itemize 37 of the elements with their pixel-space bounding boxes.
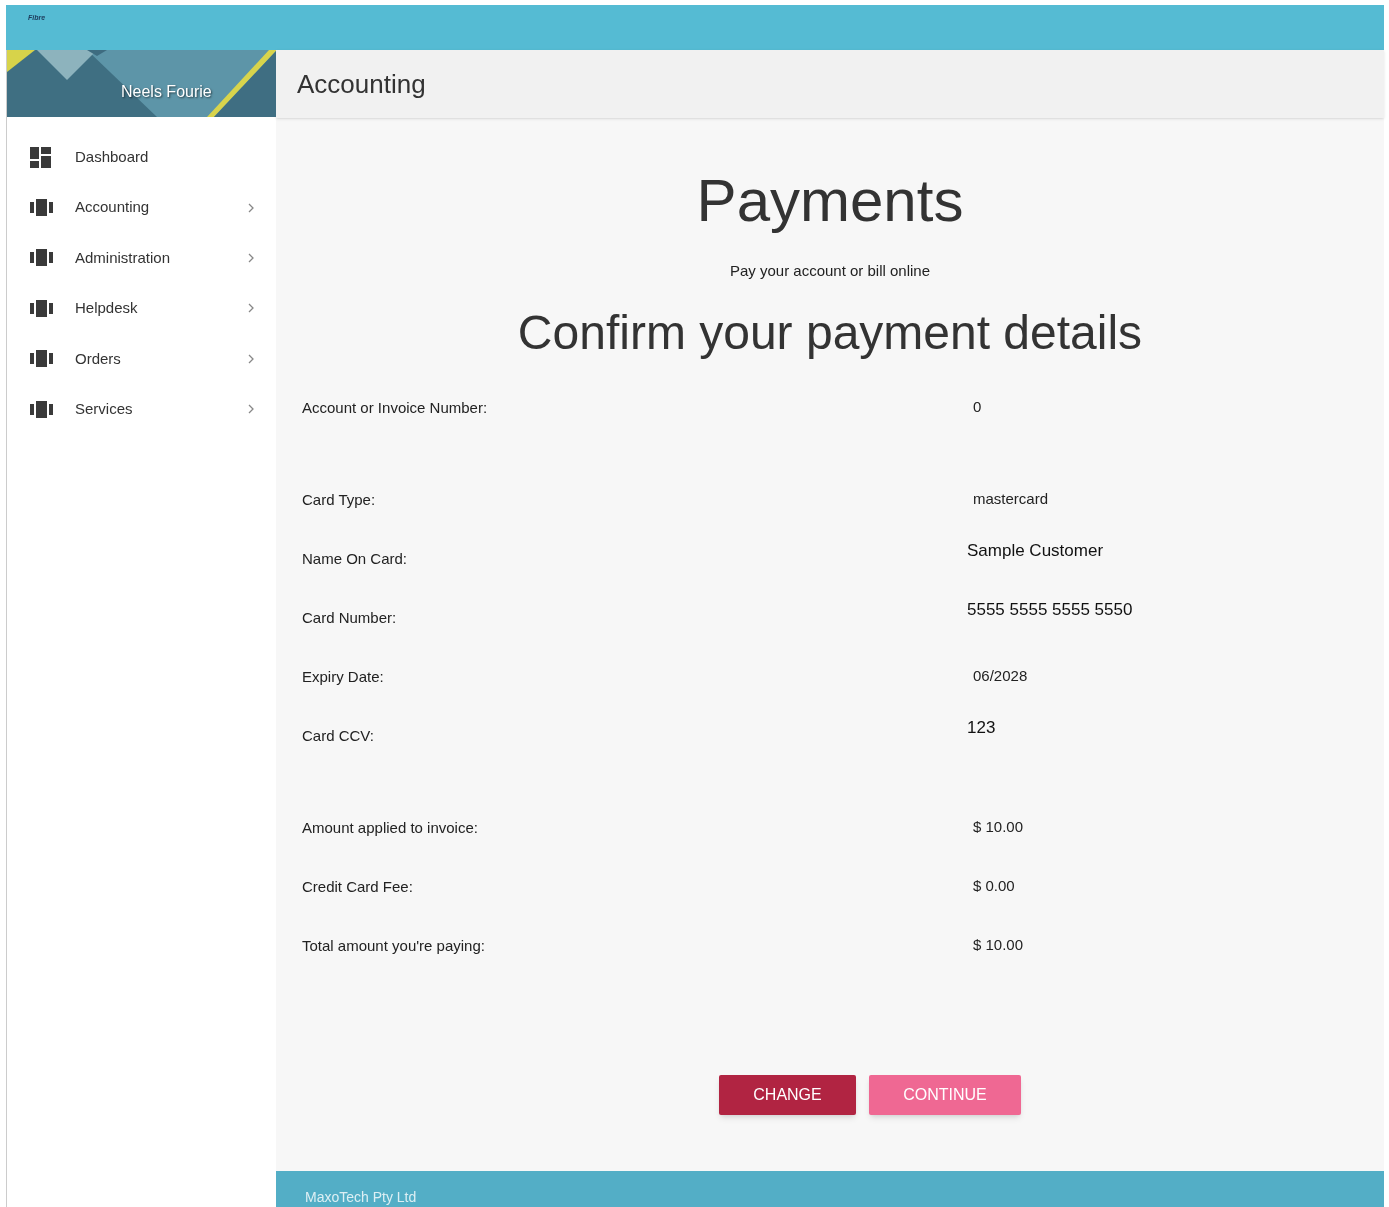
user-name: Neels Fourie (121, 82, 212, 102)
sidebar-item[interactable]: Helpdesk (7, 283, 276, 334)
module-icon (30, 299, 53, 317)
value-field: 123 (967, 715, 996, 741)
change-button[interactable]: CHANGE (719, 1075, 856, 1115)
detail-label: Card CCV: (302, 725, 375, 746)
module-icon (30, 199, 53, 217)
page-title: Accounting (297, 67, 426, 101)
subtitle: Pay your account or bill online (729, 261, 931, 281)
detail-value: $ 0.00 (973, 875, 1015, 896)
module-icon (30, 350, 53, 368)
module-icon (30, 249, 53, 267)
page-heading: Payments (696, 166, 964, 236)
detail-label: Credit Card Fee: (302, 876, 414, 897)
sidebar-item[interactable]: Orders (7, 333, 276, 384)
detail-value: mastercard (973, 488, 1049, 509)
detail-label: Card Number: (302, 607, 398, 628)
footer-text: MaxoTech Pty Ltd (305, 1188, 417, 1207)
dashboard-icon (30, 146, 51, 168)
value-field: 5555 5555 5555 5550 (967, 597, 1133, 623)
sidebar-item[interactable]: Administration (7, 232, 276, 284)
detail-label: Total amount you're paying: (302, 935, 486, 956)
section-heading: Confirm your payment details (517, 304, 1143, 361)
detail-value: $ 10.00 (973, 934, 1024, 955)
detail-value: $ 10.00 (973, 816, 1024, 837)
sidebar-item[interactable]: Dashboard (7, 132, 276, 183)
detail-value: 06/2028 (973, 665, 1028, 686)
detail-label: Card Type: (302, 489, 377, 510)
sidebar-item[interactable]: Services (7, 383, 276, 435)
detail-label: Amount applied to invoice: (302, 817, 479, 838)
detail-label: Expiry Date: (302, 666, 385, 687)
detail-value: 0 (973, 396, 982, 417)
module-icon (30, 400, 53, 418)
detail-label: Name On Card: (302, 548, 409, 569)
sidebar-item[interactable]: Accounting (7, 182, 276, 233)
detail-label: Account or Invoice Number: (302, 397, 489, 418)
value-field: Sample Customer (967, 538, 1104, 564)
